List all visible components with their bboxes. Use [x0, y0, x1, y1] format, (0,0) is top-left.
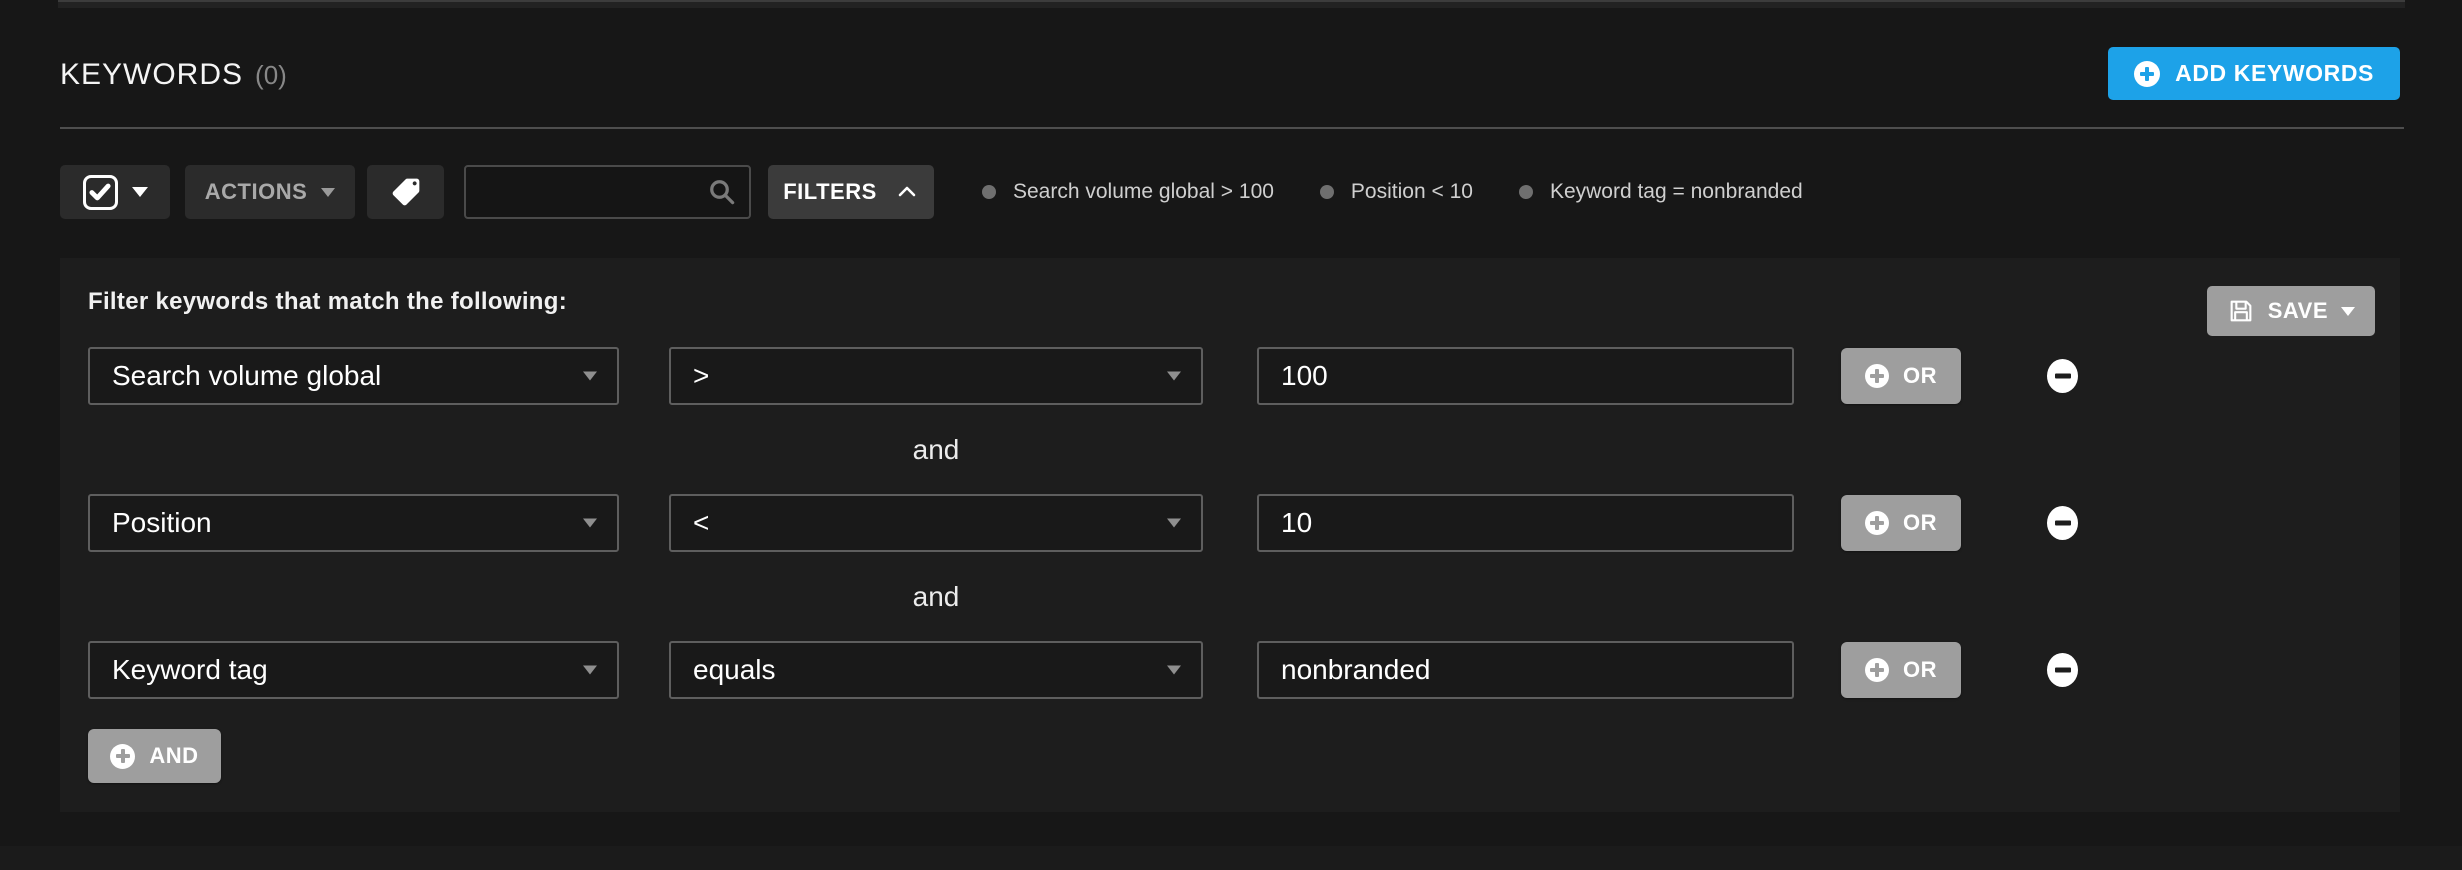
field-dropdown[interactable]: Search volume global: [88, 347, 619, 405]
keyword-search: [464, 165, 751, 219]
filter-chip-label: Position < 10: [1351, 180, 1473, 204]
search-icon: [707, 177, 737, 207]
operator-dropdown-value: <: [693, 507, 709, 539]
tag-button[interactable]: [367, 165, 444, 219]
bottom-divider: [0, 846, 2462, 870]
filter-chip[interactable]: Keyword tag = nonbranded: [1519, 180, 1803, 204]
page-header: KEYWORDS (0): [60, 58, 287, 92]
filter-chip-label: Keyword tag = nonbranded: [1550, 180, 1803, 204]
filter-chip-label: Search volume global > 100: [1013, 180, 1274, 204]
add-or-condition-button[interactable]: OR: [1841, 642, 1961, 698]
add-and-condition-button[interactable]: AND: [88, 729, 221, 783]
value-field: [1257, 494, 1794, 552]
filter-dot-icon: [982, 185, 996, 199]
remove-condition-button[interactable]: [2047, 506, 2078, 540]
add-keywords-button[interactable]: ADD KEYWORDS: [2108, 47, 2400, 100]
filter-builder-panel: Filter keywords that match the following…: [60, 258, 2400, 812]
filter-row: Search volume global > OR: [88, 347, 2372, 405]
panel-heading: Filter keywords that match the following…: [88, 288, 2372, 316]
filter-row: Position < OR: [88, 494, 2372, 552]
chevron-down-icon: [1167, 519, 1181, 528]
operator-dropdown[interactable]: >: [669, 347, 1203, 405]
active-filter-chips: Search volume global > 100 Position < 10…: [982, 180, 1803, 204]
and-connector-label: and: [669, 434, 1203, 466]
add-keywords-label: ADD KEYWORDS: [2175, 60, 2374, 87]
field-dropdown[interactable]: Keyword tag: [88, 641, 619, 699]
operator-dropdown[interactable]: equals: [669, 641, 1203, 699]
value-input[interactable]: [1259, 643, 1792, 697]
chevron-down-icon: [583, 372, 597, 381]
filters-toggle-button[interactable]: FILTERS: [768, 165, 934, 219]
plus-circle-icon: [1865, 658, 1889, 682]
or-label: OR: [1903, 657, 1937, 683]
chevron-down-icon: [132, 187, 148, 197]
add-or-condition-button[interactable]: OR: [1841, 348, 1961, 404]
plus-circle-icon: [1865, 364, 1889, 388]
actions-dropdown-button[interactable]: ACTIONS: [185, 165, 355, 219]
add-or-condition-button[interactable]: OR: [1841, 495, 1961, 551]
value-input[interactable]: [1259, 496, 1792, 550]
chevron-down-icon: [583, 519, 597, 528]
filters-label: FILTERS: [783, 179, 877, 205]
plus-circle-icon: [1865, 511, 1889, 535]
remove-condition-button[interactable]: [2047, 653, 2078, 687]
or-label: OR: [1903, 510, 1937, 536]
or-label: OR: [1903, 363, 1937, 389]
filter-dot-icon: [1519, 185, 1533, 199]
connector-row: and: [88, 405, 2372, 494]
and-connector-label: and: [669, 581, 1203, 613]
and-label: AND: [149, 743, 198, 769]
plus-circle-icon: [2134, 61, 2160, 87]
top-divider: [58, 0, 2405, 8]
field-dropdown-value: Position: [112, 507, 212, 539]
plus-circle-icon: [110, 744, 135, 769]
filter-dot-icon: [1320, 185, 1334, 199]
operator-dropdown-value: >: [693, 360, 709, 392]
field-dropdown-value: Keyword tag: [112, 654, 268, 686]
save-icon: [2227, 297, 2255, 325]
page-title: KEYWORDS: [60, 58, 243, 92]
value-input[interactable]: [1259, 349, 1792, 403]
operator-dropdown-value: equals: [693, 654, 776, 686]
select-all-button[interactable]: [60, 165, 170, 219]
field-dropdown[interactable]: Position: [88, 494, 619, 552]
filter-rows: Search volume global > OR and: [88, 347, 2372, 783]
actions-label: ACTIONS: [205, 179, 308, 205]
remove-condition-button[interactable]: [2047, 359, 2078, 393]
operator-dropdown[interactable]: <: [669, 494, 1203, 552]
field-dropdown-value: Search volume global: [112, 360, 381, 392]
chevron-up-icon: [895, 180, 919, 204]
filter-chip[interactable]: Position < 10: [1320, 180, 1473, 204]
value-field: [1257, 347, 1794, 405]
chevron-down-icon: [583, 666, 597, 675]
filter-chip[interactable]: Search volume global > 100: [982, 180, 1274, 204]
chevron-down-icon: [321, 188, 335, 197]
chevron-down-icon: [1167, 666, 1181, 675]
filter-row: Keyword tag equals OR: [88, 641, 2372, 699]
value-field: [1257, 641, 1794, 699]
tag-icon: [390, 176, 422, 208]
connector-row: and: [88, 552, 2372, 641]
checkbox-checked-icon: [83, 175, 118, 210]
chevron-down-icon: [2341, 307, 2355, 316]
keyword-count: (0): [255, 60, 287, 91]
save-filter-button[interactable]: SAVE: [2207, 286, 2375, 336]
keywords-page: KEYWORDS (0) ADD KEYWORDS ACTIONS: [0, 0, 2462, 870]
save-label: SAVE: [2268, 298, 2328, 324]
chevron-down-icon: [1167, 372, 1181, 381]
toolbar: ACTIONS FILTERS Search volume global > 1…: [60, 165, 1803, 219]
header-divider: [60, 127, 2404, 129]
